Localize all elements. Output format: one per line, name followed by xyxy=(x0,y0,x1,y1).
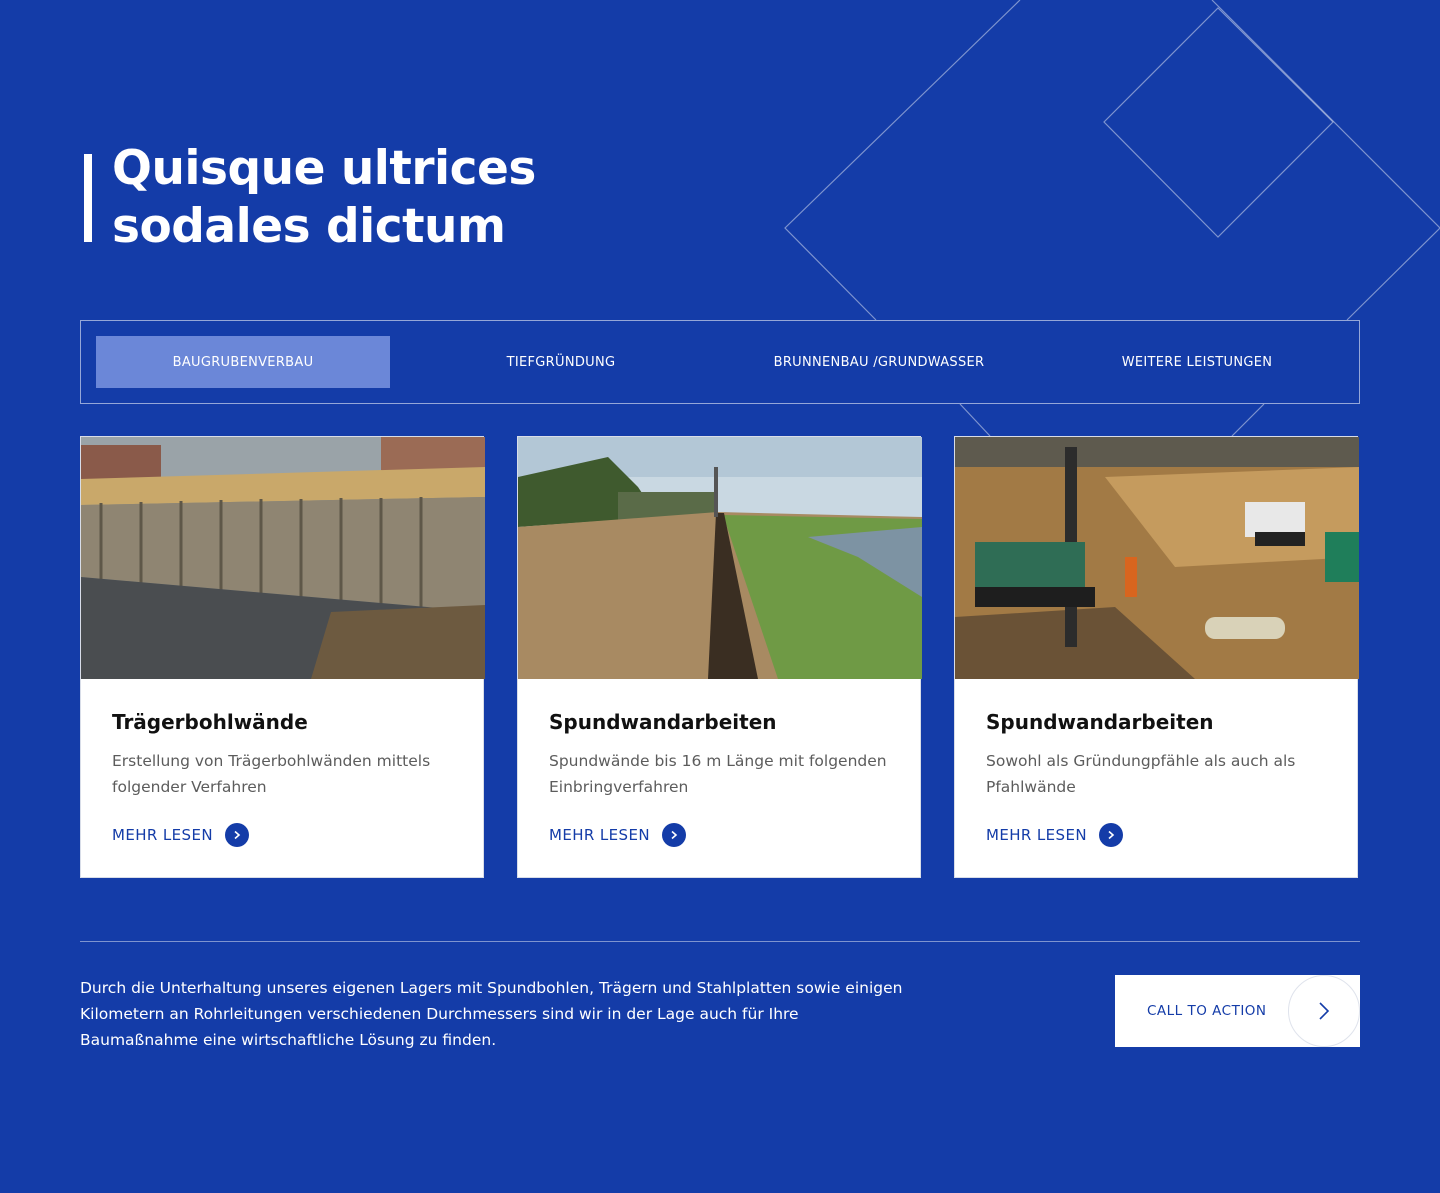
section-divider xyxy=(80,941,1360,942)
heading-accent-bar xyxy=(84,154,92,242)
service-card-2: Spundwandarbeiten Spundwände bis 16 m Lä… xyxy=(517,436,922,878)
card-description: Sowohl als Gründungpfähle als auch als P… xyxy=(986,752,1296,796)
tab-baugrubenverbau[interactable]: BAUGRUBENVERBAU xyxy=(96,336,390,388)
tab-brunnenbau-grundwasser[interactable]: BRUNNENBAU /GRUNDWASSER xyxy=(732,336,1026,388)
read-more-label: MEHR LESEN xyxy=(986,826,1087,844)
heading-line-1: Quisque ultrices xyxy=(112,141,536,196)
call-to-action-label: CALL TO ACTION xyxy=(1147,1003,1267,1019)
card-image-spundwand-dike xyxy=(518,437,922,679)
chevron-right-icon xyxy=(1288,975,1360,1047)
chevron-right-icon xyxy=(1098,823,1123,847)
card-title: Spundwandarbeiten xyxy=(986,710,1214,734)
tab-tiefgruendung[interactable]: TIEFGRÜNDUNG xyxy=(414,336,708,388)
read-more-link[interactable]: MEHR LESEN xyxy=(549,823,686,847)
card-description: Erstellung von Trägerbohlwänden mittels … xyxy=(112,752,431,796)
card-image-traegerbohlwand xyxy=(81,437,485,679)
service-tabs: BAUGRUBENVERBAU TIEFGRÜNDUNG BRUNNENBAU … xyxy=(80,320,1360,404)
call-to-action-button[interactable]: CALL TO ACTION xyxy=(1115,975,1360,1047)
chevron-right-icon xyxy=(224,823,249,847)
service-card-3: Spundwandarbeiten Sowohl als Gründungpfä… xyxy=(954,436,1359,878)
heading-line-2: sodales dictum xyxy=(112,199,506,254)
read-more-label: MEHR LESEN xyxy=(549,826,650,844)
card-title: Trägerbohlwände xyxy=(112,710,308,734)
tab-weitere-leistungen[interactable]: WEITERE LEISTUNGEN xyxy=(1050,336,1344,388)
chevron-right-icon xyxy=(661,823,686,847)
read-more-label: MEHR LESEN xyxy=(112,826,213,844)
section-heading: Quisque ultrices sodales dictum xyxy=(112,140,672,256)
card-image-drilling-rig xyxy=(955,437,1359,679)
service-card-1: Trägerbohlwände Erstellung von Trägerboh… xyxy=(80,436,485,878)
read-more-link[interactable]: MEHR LESEN xyxy=(112,823,249,847)
card-title: Spundwandarbeiten xyxy=(549,710,777,734)
read-more-link[interactable]: MEHR LESEN xyxy=(986,823,1123,847)
footer-description: Durch die Unterhaltung unseres eigenen L… xyxy=(80,979,903,1049)
card-description: Spundwände bis 16 m Länge mit folgenden … xyxy=(549,752,887,796)
